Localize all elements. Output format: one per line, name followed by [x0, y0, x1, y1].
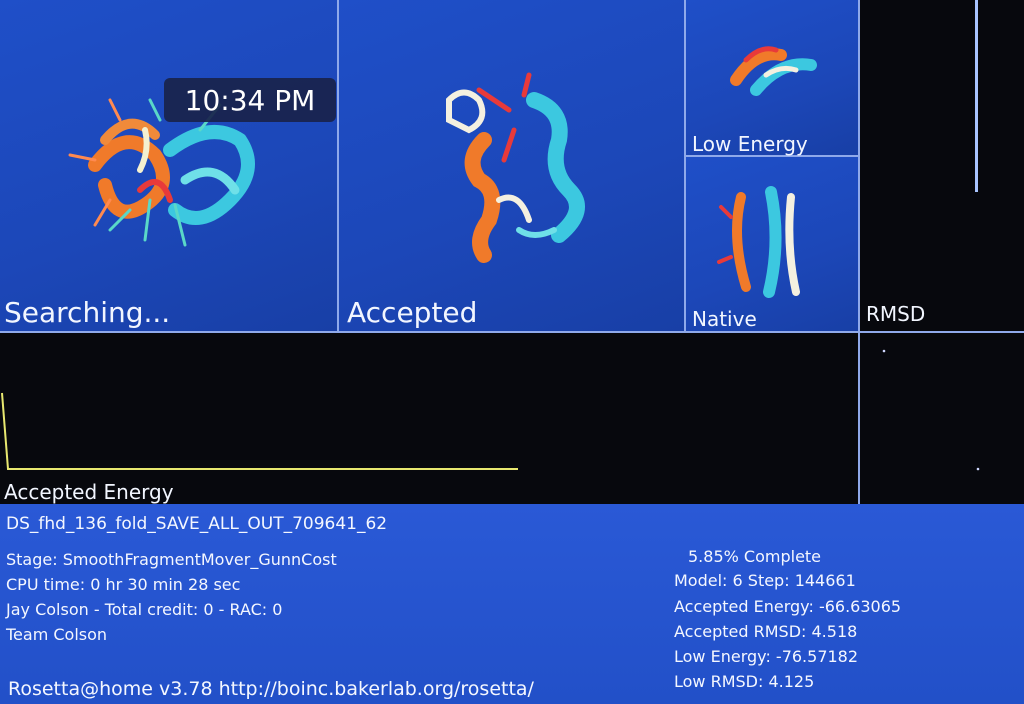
scatter-points [882, 349, 980, 471]
low-rmsd-value: Low RMSD: 4.125 [674, 672, 815, 691]
job-name: DS_fhd_136_fold_SAVE_ALL_OUT_709641_62 [6, 514, 388, 534]
model-step: Model: 6 Step: 144661 [674, 571, 856, 590]
user-credit-text: Jay Colson - Total credit: 0 - RAC: 0 [6, 600, 283, 619]
searching-protein-image [68, 98, 255, 247]
accepted-energy-panel: Accepted Energy [0, 333, 860, 504]
stage-text: Stage: SmoothFragmentMover_GunnCost [6, 550, 337, 569]
accepted-label: Accepted [347, 296, 478, 329]
rmsd-panel: RMSD [860, 0, 1024, 333]
accepted-panel: Accepted [339, 0, 686, 333]
footer-url: Rosetta@home v3.78 http://boinc.bakerlab… [8, 678, 534, 700]
info-panel: DS_fhd_136_fold_SAVE_ALL_OUT_709641_62 S… [0, 504, 1024, 704]
low-energy-value: Low Energy: -76.57182 [674, 647, 859, 666]
accepted-energy-value: Accepted Energy: -66.63065 [674, 597, 902, 616]
low-energy-panel: Low Energy [686, 0, 860, 157]
searching-label: Searching... [4, 296, 171, 329]
accepted-energy-label: Accepted Energy [4, 480, 174, 504]
accepted-protein-image [446, 72, 585, 263]
searching-panel: Searching... [0, 0, 339, 333]
accepted-rmsd-value: Accepted RMSD: 4.518 [674, 622, 858, 641]
rmsd-label: RMSD [866, 302, 926, 326]
rmsd-graph-line [975, 0, 978, 192]
team-text: Team Colson [6, 625, 108, 644]
accepted-energy-graph [1, 392, 518, 470]
native-panel: Native [686, 157, 860, 333]
percent-complete: 5.85% Complete [688, 547, 822, 566]
rmsd-energy-scatter-panel [860, 333, 1024, 504]
clock-overlay: 10:34 PM [164, 78, 336, 122]
native-label: Native [692, 307, 757, 331]
cpu-time-text: CPU time: 0 hr 30 min 28 sec [6, 575, 241, 594]
low-energy-label: Low Energy [692, 132, 808, 156]
